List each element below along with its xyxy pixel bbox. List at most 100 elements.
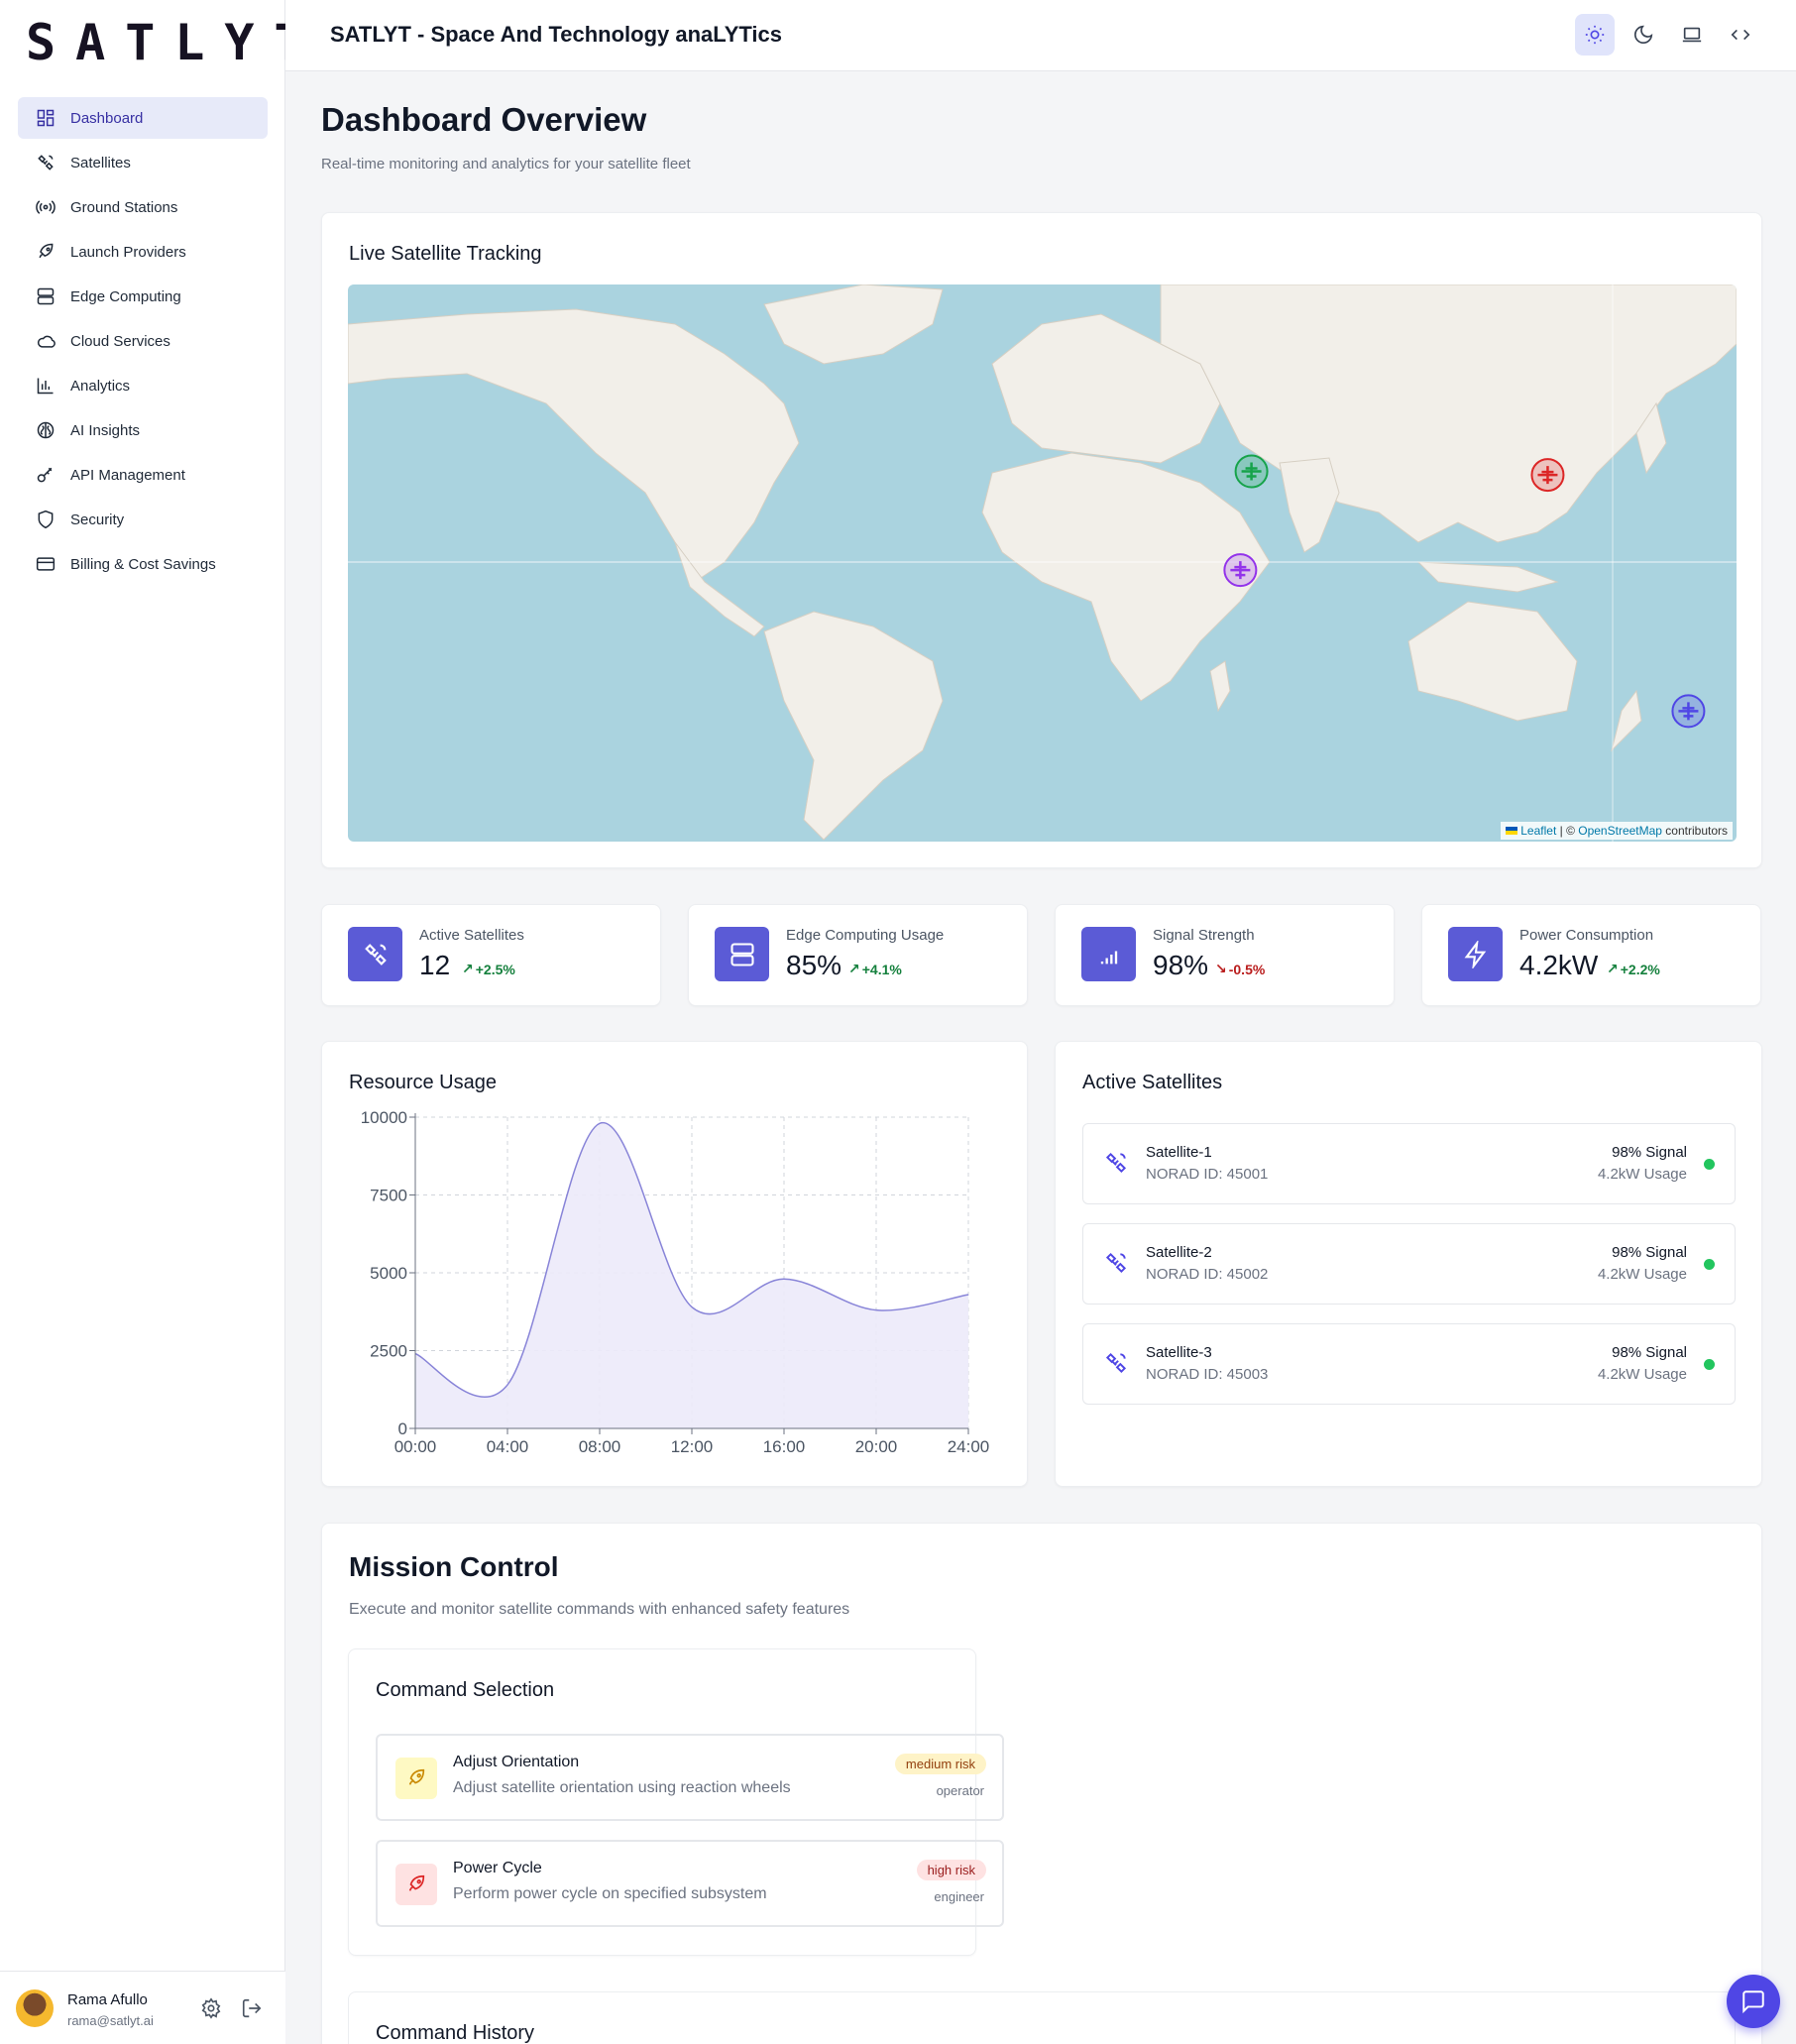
stat-label: Power Consumption [1519, 927, 1654, 944]
code-view-button[interactable] [1721, 14, 1760, 56]
satellite-marker[interactable] [1223, 553, 1258, 588]
sidebar-item-label: Cloud Services [70, 332, 170, 350]
sidebar-item-security[interactable]: Security [18, 499, 268, 540]
logo: SATLYT [26, 14, 324, 71]
attribution-separator: | © [1556, 824, 1579, 838]
bar-chart-icon [37, 378, 54, 395]
satellite-signal: 98% Signal [1612, 1144, 1687, 1161]
sidebar-item-satellites[interactable]: Satellites [18, 142, 268, 183]
dashboard-icon [37, 109, 55, 127]
credit-card-icon [36, 557, 56, 571]
sidebar-item-billing[interactable]: Billing & Cost Savings [18, 543, 268, 585]
light-theme-button[interactable] [1575, 14, 1615, 56]
y-tick-label: 7500 [370, 1187, 407, 1205]
satellite-list-item[interactable]: Satellite-1 NORAD ID: 45001 98% Signal 4… [1082, 1123, 1736, 1204]
satellite-marker[interactable] [1671, 694, 1706, 729]
rocket-icon [408, 1768, 425, 1785]
stat-delta-value: -0.5% [1228, 961, 1266, 977]
stat-icon [1448, 927, 1503, 981]
avatar[interactable] [16, 1989, 54, 2027]
sidebar-item-dashboard[interactable]: Dashboard [18, 97, 268, 139]
world-map [348, 284, 1737, 842]
command-history-panel: Command History [348, 1991, 1736, 2044]
command-role: operator [936, 1783, 984, 1798]
logout-icon[interactable] [241, 1997, 263, 2019]
satellite-list-item[interactable]: Satellite-2 NORAD ID: 45002 98% Signal 4… [1082, 1223, 1736, 1305]
system-theme-button[interactable] [1672, 14, 1712, 56]
sidebar-item-label: Satellites [70, 154, 131, 171]
card-title: Active Satellites [1082, 1072, 1223, 1093]
sidebar-item-edge-computing[interactable]: Edge Computing [18, 276, 268, 317]
card-title: Live Satellite Tracking [349, 243, 542, 265]
brain-icon [37, 421, 55, 439]
sidebar-item-api-management[interactable]: API Management [18, 454, 268, 496]
satellite-norad: NORAD ID: 45003 [1146, 1366, 1269, 1383]
mission-subtitle: Execute and monitor satellite commands w… [349, 1601, 850, 1618]
server-icon [730, 942, 754, 966]
shield-icon [38, 510, 54, 529]
stat-label: Signal Strength [1153, 927, 1255, 944]
x-tick-label: 12:00 [671, 1437, 714, 1456]
zap-icon [1464, 940, 1486, 968]
sidebar-item-label: Ground Stations [70, 198, 178, 216]
satellite-map[interactable]: Leaflet | © OpenStreetMap contributors [348, 284, 1737, 842]
leaflet-link[interactable]: Leaflet [1520, 824, 1556, 838]
sidebar-item-label: Security [70, 511, 125, 528]
chat-button[interactable] [1727, 1975, 1780, 2028]
attribution-suffix: contributors [1661, 824, 1728, 838]
satellite-icon [1105, 1252, 1127, 1274]
x-tick-label: 08:00 [579, 1437, 621, 1456]
moon-icon [1633, 25, 1653, 45]
stat-delta-value: +4.1% [861, 961, 902, 977]
satellite-name: Satellite-3 [1146, 1344, 1212, 1361]
satellite-list-item[interactable]: Satellite-3 NORAD ID: 45003 98% Signal 4… [1082, 1323, 1736, 1405]
top-header: SATLYT - Space And Technology anaLYTics [285, 0, 1796, 71]
user-panel: Rama Afullo rama@satlyt.ai [0, 1971, 285, 2044]
satellite-usage: 4.2kW Usage [1597, 1266, 1687, 1283]
satellite-usage: 4.2kW Usage [1597, 1166, 1687, 1183]
x-tick-label: 24:00 [948, 1437, 990, 1456]
satellite-signal: 98% Signal [1612, 1344, 1687, 1361]
stat-icon [348, 927, 402, 981]
active-satellites-card: Active Satellites Satellite-1 NORAD ID: … [1055, 1041, 1762, 1487]
arrow-down-right-icon: ↘ [1215, 961, 1227, 976]
command-card-border [376, 1734, 1004, 1821]
arrow-up-right-icon: ↗ [848, 961, 860, 976]
stat-delta-value: +2.5% [475, 961, 515, 977]
x-tick-label: 16:00 [763, 1437, 806, 1456]
satellite-icon [38, 155, 54, 170]
command-power-cycle[interactable]: Power Cycle Perform power cycle on speci… [376, 1840, 1004, 1927]
sidebar-item-ai-insights[interactable]: AI Insights [18, 409, 268, 451]
sidebar-item-analytics[interactable]: Analytics [18, 365, 268, 406]
gear-icon[interactable] [200, 1997, 222, 2019]
satellite-name: Satellite-1 [1146, 1144, 1212, 1161]
status-dot [1704, 1259, 1715, 1270]
stat-delta: ↗ +4.1% [848, 961, 902, 977]
command-card-border [376, 1840, 1004, 1927]
command-adjust-orientation[interactable]: Adjust Orientation Adjust satellite orie… [376, 1734, 1004, 1821]
stat-delta: ↗ +2.5% [462, 961, 515, 977]
osm-link[interactable]: OpenStreetMap [1578, 824, 1662, 838]
y-tick-label: 10000 [361, 1108, 407, 1127]
sidebar-item-ground-stations[interactable]: Ground Stations [18, 186, 268, 228]
sidebar-item-label: AI Insights [70, 421, 141, 439]
radio-tower-icon [36, 200, 56, 214]
satellite-icon [1105, 1352, 1127, 1374]
dark-theme-button[interactable] [1624, 14, 1663, 56]
stat-card-edge-computing: Edge Computing Usage 85% ↗ +4.1% [688, 904, 1028, 1006]
satellite-norad: NORAD ID: 45002 [1146, 1266, 1269, 1283]
code-icon [1731, 29, 1750, 41]
stat-value: 12 [419, 950, 451, 980]
sidebar-item-label: Billing & Cost Savings [70, 555, 216, 573]
map-attribution: Leaflet | © OpenStreetMap contributors [1501, 822, 1733, 840]
satellite-marker[interactable] [1234, 454, 1269, 489]
sidebar-item-label: Edge Computing [70, 287, 181, 305]
satellite-marker[interactable] [1530, 458, 1565, 493]
stat-icon [715, 927, 769, 981]
stat-icon [1081, 927, 1136, 981]
satellite-signal: 98% Signal [1612, 1244, 1687, 1261]
sidebar-item-launch-providers[interactable]: Launch Providers [18, 231, 268, 273]
status-dot [1704, 1359, 1715, 1370]
sidebar-item-cloud-services[interactable]: Cloud Services [18, 320, 268, 362]
command-name: Power Cycle [453, 1860, 542, 1876]
